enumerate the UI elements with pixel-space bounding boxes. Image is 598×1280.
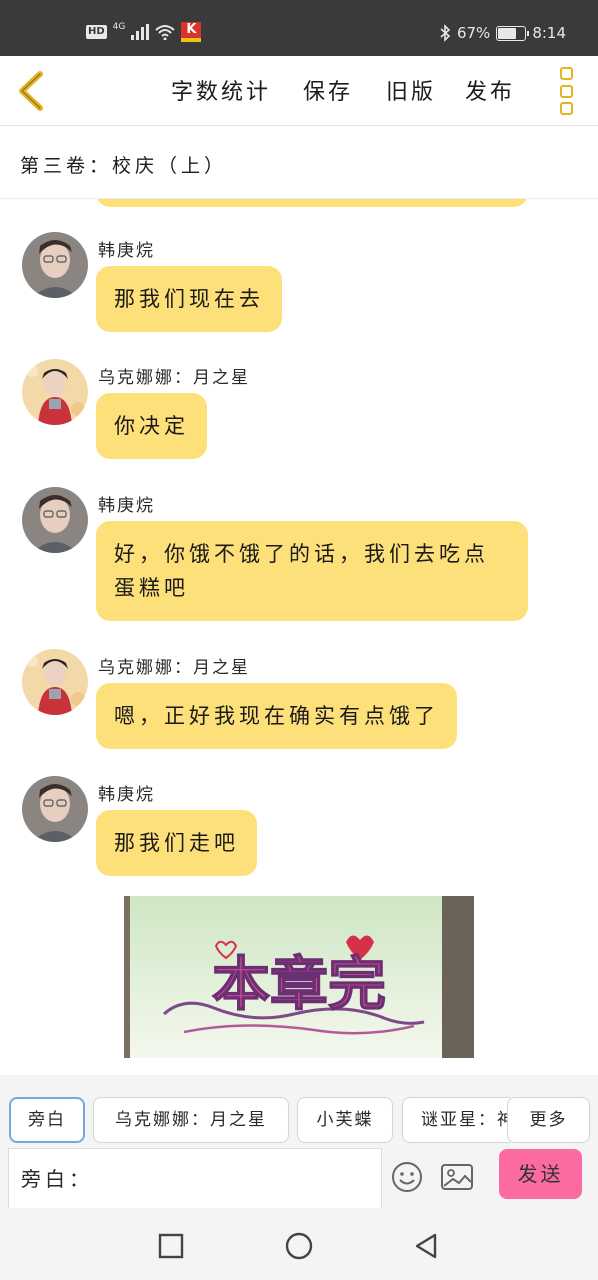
sender-name: 乌克娜娜：月之星 bbox=[98, 658, 250, 678]
avatar-hangengwan[interactable] bbox=[22, 232, 88, 298]
avatar-wukenana[interactable] bbox=[22, 359, 88, 425]
role-chip-wukenana[interactable]: 乌克娜娜：月之星 bbox=[93, 1097, 289, 1143]
role-chip-narrator[interactable]: 旁白 bbox=[9, 1097, 85, 1143]
chat-bubble[interactable]: 好，你饿不饿了的话，我们去吃点 蛋糕吧 bbox=[96, 521, 528, 621]
send-button[interactable]: 发送 bbox=[499, 1149, 582, 1199]
sender-name: 韩庚烷 bbox=[98, 785, 155, 805]
input-row: 发送 bbox=[0, 1148, 598, 1208]
home-button[interactable] bbox=[285, 1232, 313, 1260]
menu-dot-icon bbox=[559, 102, 573, 115]
insert-image-button[interactable] bbox=[440, 1162, 474, 1192]
role-chip-miyaxing[interactable]: 谜亚星：神 bbox=[402, 1097, 510, 1143]
avatar-hangengwan[interactable] bbox=[22, 487, 88, 553]
avatar-wukenana[interactable] bbox=[22, 649, 88, 715]
avatar-hangengwan[interactable] bbox=[22, 776, 88, 842]
composer: 旁白 乌克娜娜：月之星 小芙蝶 谜亚星：神 更多 发送 bbox=[0, 1075, 598, 1208]
menu-dot-icon bbox=[559, 84, 573, 98]
bubble-line: 那我们现在去 bbox=[114, 287, 264, 311]
more-menu-button[interactable] bbox=[558, 67, 574, 115]
chapter-end-text: 本章完 bbox=[212, 950, 386, 1018]
editor-toolbar: 字数统计 保存 旧版 发布 bbox=[0, 56, 598, 126]
more-roles-button[interactable]: 更多 bbox=[507, 1097, 590, 1143]
chat-bubble[interactable]: 那我们走吧 bbox=[96, 810, 257, 876]
chat-bubble-partial[interactable] bbox=[96, 199, 528, 207]
chat-bubble[interactable]: 你决定 bbox=[96, 393, 207, 459]
circle-home-icon bbox=[285, 1232, 313, 1260]
system-nav-bar bbox=[0, 1208, 598, 1280]
clock: 8:14 bbox=[532, 24, 566, 42]
network-type: 4G bbox=[112, 22, 126, 32]
message-input[interactable] bbox=[8, 1148, 382, 1208]
chat-area[interactable]: 韩庚烷 那我们现在去 乌克娜娜：月之星 你决定 韩庚烷 好，你饿不饿了的话，我们… bbox=[0, 199, 598, 1075]
save-button[interactable]: 保存 bbox=[303, 74, 353, 106]
signal-icon bbox=[131, 24, 150, 40]
sender-name: 韩庚烷 bbox=[98, 241, 155, 261]
chapter-header: 第三卷：校庆（上） bbox=[0, 127, 598, 199]
bubble-line: 嗯，正好我现在确实有点饿了 bbox=[114, 704, 439, 728]
app-notification-icon: K bbox=[181, 22, 202, 42]
bluetooth-icon bbox=[440, 24, 451, 42]
menu-dot-icon bbox=[559, 67, 573, 80]
back-button[interactable] bbox=[12, 68, 52, 114]
word-count-button[interactable]: 字数统计 bbox=[171, 74, 271, 106]
chevron-left-icon bbox=[19, 71, 43, 111]
wifi-icon bbox=[155, 25, 176, 40]
battery-icon bbox=[496, 25, 530, 41]
system-back-button[interactable] bbox=[412, 1232, 440, 1260]
role-chip-xiaofudie[interactable]: 小芙蝶 bbox=[297, 1097, 393, 1143]
status-left: HD 4G K bbox=[86, 22, 202, 42]
bubble-line: 你决定 bbox=[114, 414, 189, 438]
bubble-line: 好，你饿不饿了的话，我们去吃点 bbox=[114, 542, 489, 566]
chat-bubble[interactable]: 嗯，正好我现在确实有点饿了 bbox=[96, 683, 457, 749]
status-bar: HD 4G K 67% 8:14 bbox=[0, 0, 598, 56]
image-icon bbox=[441, 1164, 473, 1190]
battery-level bbox=[498, 27, 516, 39]
chapter-title[interactable]: 第三卷：校庆（上） bbox=[20, 151, 227, 178]
smiley-icon bbox=[392, 1162, 422, 1192]
sender-name: 韩庚烷 bbox=[98, 496, 155, 516]
sender-name: 乌克娜娜：月之星 bbox=[98, 368, 250, 388]
bubble-line: 蛋糕吧 bbox=[114, 576, 189, 600]
role-selector: 旁白 乌克娜娜：月之星 小芙蝶 谜亚星：神 更多 bbox=[0, 1095, 598, 1143]
publish-button[interactable]: 发布 bbox=[465, 74, 515, 106]
chat-bubble[interactable]: 那我们现在去 bbox=[96, 266, 282, 332]
emoji-button[interactable] bbox=[391, 1161, 423, 1193]
chapter-end-image[interactable]: 本章完 bbox=[124, 896, 474, 1058]
old-version-button[interactable]: 旧版 bbox=[386, 74, 436, 106]
square-recent-icon bbox=[158, 1233, 184, 1259]
bubble-line: 那我们走吧 bbox=[114, 831, 239, 855]
battery-percent: 67% bbox=[456, 24, 491, 42]
triangle-back-icon bbox=[415, 1233, 437, 1259]
hd-icon: HD bbox=[86, 25, 107, 39]
status-right: 67% 8:14 bbox=[439, 24, 566, 42]
recent-apps-button[interactable] bbox=[157, 1232, 185, 1260]
